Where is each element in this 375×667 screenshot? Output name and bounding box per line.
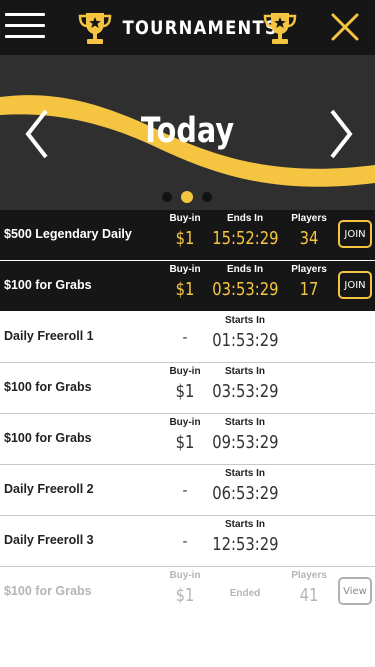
carousel-dot-active[interactable]: [181, 191, 193, 203]
join-button[interactable]: JOIN: [338, 271, 372, 299]
time-label: Starts In: [224, 417, 265, 428]
tournament-row[interactable]: $100 for Grabs Buy-in $1 Ends In 03:53:2…: [0, 261, 375, 312]
buyin-value: $1: [175, 228, 195, 249]
buyin-label: Buy-in: [169, 213, 201, 224]
tournament-row[interactable]: Daily Freeroll 3 - Starts In 12:53:29: [0, 516, 375, 567]
buyin-value: $1: [175, 381, 195, 402]
carousel-page-indicator: [162, 191, 214, 203]
time-value: 01:53:29: [212, 330, 279, 351]
players-label: Players: [291, 264, 327, 275]
tournament-row[interactable]: $100 for Grabs Buy-in $1 Starts In 09:53…: [0, 414, 375, 465]
time-value: 03:53:29: [212, 381, 279, 402]
page-title: TOURNAMENTS: [122, 17, 278, 39]
tournament-name: $100 for Grabs: [4, 584, 92, 598]
tournament-name: $100 for Grabs: [4, 380, 92, 394]
players-value: 41: [299, 585, 319, 606]
time-value: 12:53:29: [212, 534, 279, 555]
buyin-value: $1: [175, 585, 195, 606]
time-label: Starts In: [224, 519, 265, 530]
tournament-row[interactable]: $100 for Grabs Buy-in $1 Ended Players 4…: [0, 567, 375, 618]
chevron-right-icon[interactable]: [326, 107, 356, 161]
tournament-row[interactable]: $500 Legendary Daily Buy-in $1 Ends In 1…: [0, 210, 375, 261]
trophy-icon: [263, 13, 297, 44]
buyin-label: Buy-in: [169, 570, 201, 581]
time-label: Starts In: [224, 468, 265, 479]
tournament-row[interactable]: $100 for Grabs Buy-in $1 Starts In 03:53…: [0, 363, 375, 414]
players-label: Players: [291, 213, 327, 224]
hamburger-menu-icon[interactable]: [5, 13, 45, 39]
buyin-label: Buy-in: [169, 264, 201, 275]
buyin-value: -: [182, 482, 188, 499]
buyin-label: Buy-in: [169, 366, 201, 377]
buyin-label: Buy-in: [169, 417, 201, 428]
time-label: Ends In: [226, 264, 264, 275]
tournament-list: $500 Legendary Daily Buy-in $1 Ends In 1…: [0, 210, 375, 618]
buyin-value: $1: [175, 432, 195, 453]
tournament-name: Daily Freeroll 1: [4, 329, 94, 343]
time-value: 15:52:29: [212, 228, 279, 249]
tournament-name: $100 for Grabs: [4, 278, 92, 292]
tournament-name: Daily Freeroll 3: [4, 533, 94, 547]
tournament-row[interactable]: Daily Freeroll 2 - Starts In 06:53:29: [0, 465, 375, 516]
trophy-icon: [78, 13, 112, 44]
status-ended: Ended: [229, 588, 261, 599]
players-value: 34: [299, 228, 319, 249]
tournament-name: $500 Legendary Daily: [4, 227, 132, 241]
time-label: Ends In: [226, 213, 264, 224]
players-value: 17: [299, 279, 319, 300]
carousel-dot[interactable]: [202, 192, 212, 202]
time-label: Starts In: [224, 366, 265, 377]
top-bar: TOURNAMENTS: [0, 0, 375, 55]
carousel-day-title: Today: [140, 111, 235, 151]
buyin-value: -: [182, 533, 188, 550]
tournament-name: Daily Freeroll 2: [4, 482, 94, 496]
close-icon[interactable]: [330, 12, 360, 42]
carousel-dot[interactable]: [162, 192, 172, 202]
time-value: 03:53:29: [212, 279, 279, 300]
day-carousel[interactable]: Today: [0, 55, 375, 210]
buyin-value: -: [182, 329, 188, 346]
join-button[interactable]: JOIN: [338, 220, 372, 248]
buyin-value: $1: [175, 279, 195, 300]
players-label: Players: [291, 570, 327, 581]
tournament-row[interactable]: Daily Freeroll 1 - Starts In 01:53:29: [0, 312, 375, 363]
time-label: Starts In: [224, 315, 265, 326]
time-value: 09:53:29: [212, 432, 279, 453]
view-button[interactable]: View: [338, 577, 372, 605]
time-value: 06:53:29: [212, 483, 279, 504]
tournament-name: $100 for Grabs: [4, 431, 92, 445]
